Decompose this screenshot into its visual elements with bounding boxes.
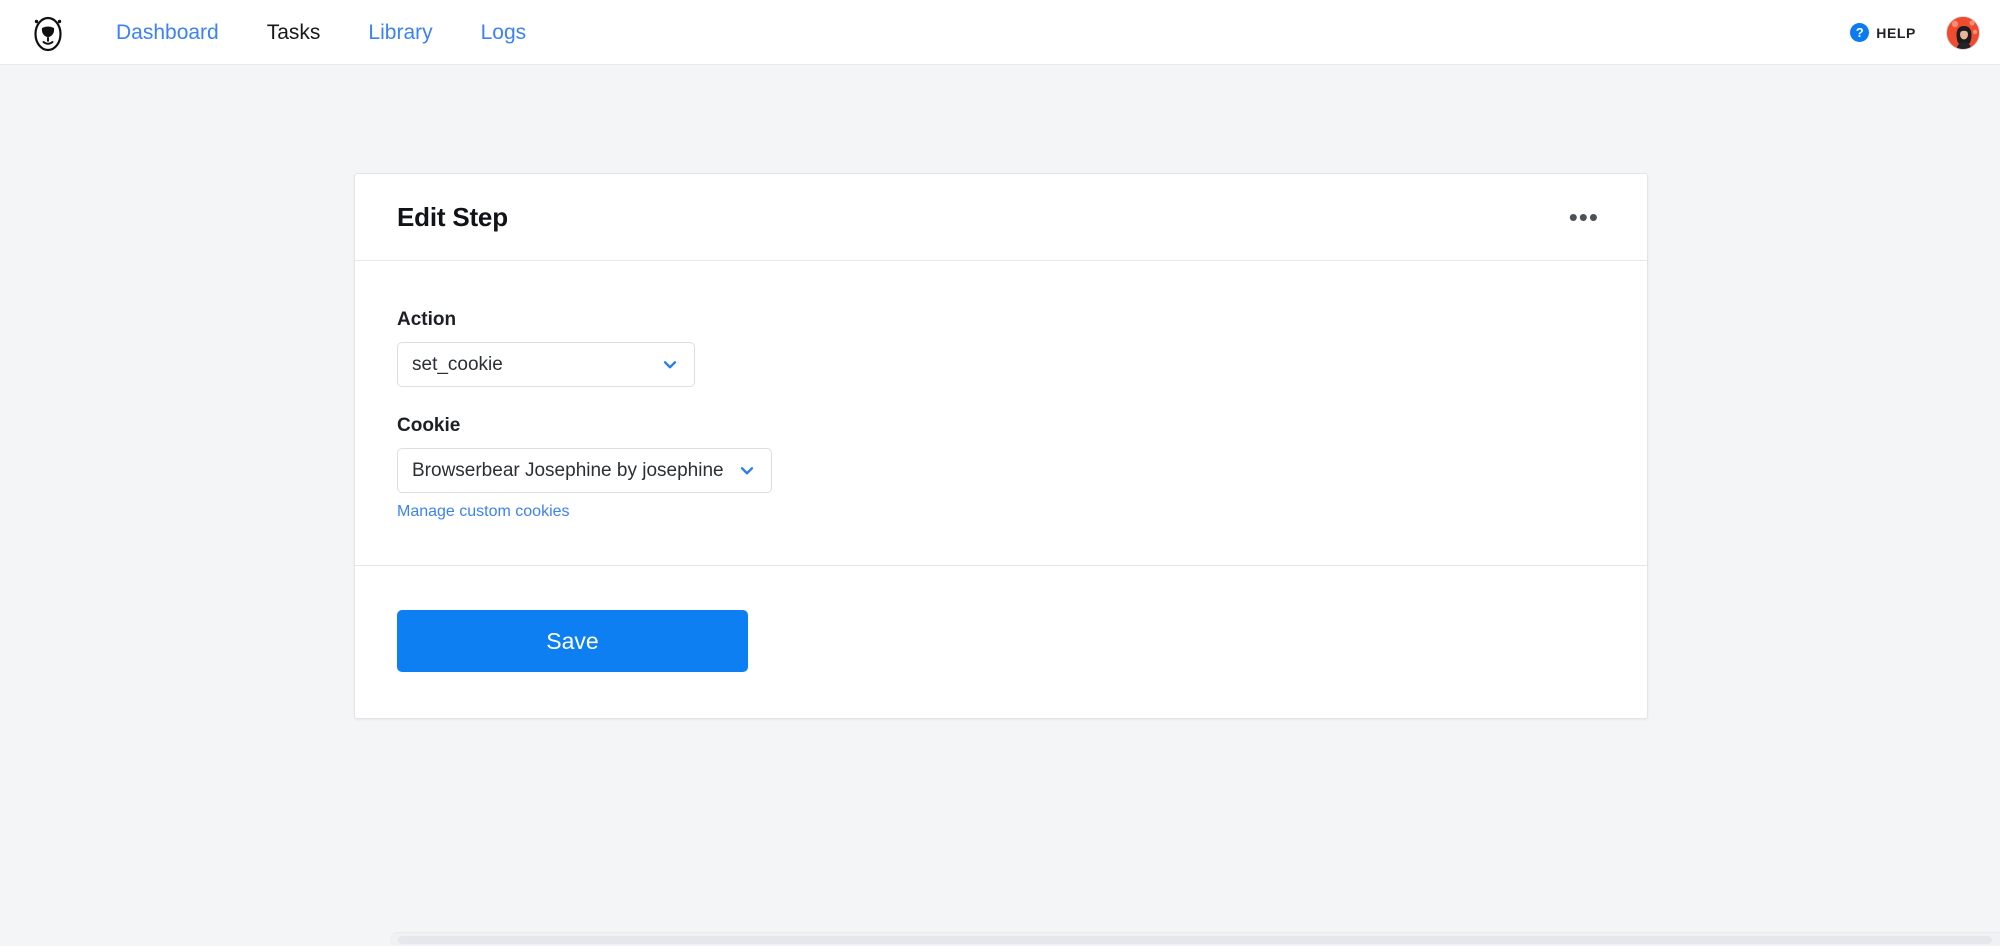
- chevron-down-icon: [661, 356, 679, 374]
- card-body: Action set_cookie Cookie Browserbear Jos…: [355, 261, 1647, 566]
- page-content-area: Edit Step ••• Action set_cookie Cookie B…: [0, 65, 2000, 946]
- help-button[interactable]: ? HELP: [1850, 23, 1916, 42]
- question-mark-circle-icon: ?: [1850, 23, 1870, 42]
- cookie-field-label: Cookie: [397, 415, 461, 436]
- nav-link-library[interactable]: Library: [344, 22, 456, 43]
- nav-link-dashboard[interactable]: Dashboard: [92, 22, 243, 43]
- nav-link-tasks[interactable]: Tasks: [243, 22, 345, 43]
- manage-custom-cookies-link[interactable]: Manage custom cookies: [397, 503, 570, 521]
- card-footer: Save: [355, 566, 1647, 718]
- card-header: Edit Step •••: [355, 174, 1647, 261]
- action-field-label: Action: [397, 309, 457, 330]
- help-label: HELP: [1876, 24, 1916, 41]
- action-select-value: set_cookie: [412, 353, 503, 375]
- scrollbar-thumb[interactable]: [398, 936, 1992, 944]
- action-field: Action set_cookie: [397, 309, 1605, 387]
- page-title: Edit Step: [397, 201, 508, 232]
- cookie-select-value: Browserbear Josephine by josephine: [412, 459, 724, 481]
- browserbear-logo[interactable]: [28, 10, 68, 54]
- action-select[interactable]: set_cookie: [397, 342, 695, 387]
- navbar-right-cluster: ? HELP: [1850, 0, 1980, 65]
- save-button[interactable]: Save: [397, 610, 748, 672]
- cookie-field: Cookie Browserbear Josephine by josephin…: [397, 415, 1605, 521]
- cookie-select[interactable]: Browserbear Josephine by josephine: [397, 448, 772, 493]
- edit-step-card: Edit Step ••• Action set_cookie Cookie B…: [354, 173, 1648, 719]
- primary-nav: Dashboard Tasks Library Logs: [92, 22, 550, 43]
- horizontal-scrollbar[interactable]: [0, 930, 2000, 946]
- overflow-menu-icon[interactable]: •••: [1565, 204, 1603, 230]
- nav-link-logs[interactable]: Logs: [457, 22, 551, 43]
- chevron-down-icon: [738, 462, 756, 480]
- field-spacer: [397, 387, 1605, 415]
- top-navbar: Dashboard Tasks Library Logs ? HELP: [0, 0, 2000, 65]
- user-avatar[interactable]: [1946, 15, 1980, 50]
